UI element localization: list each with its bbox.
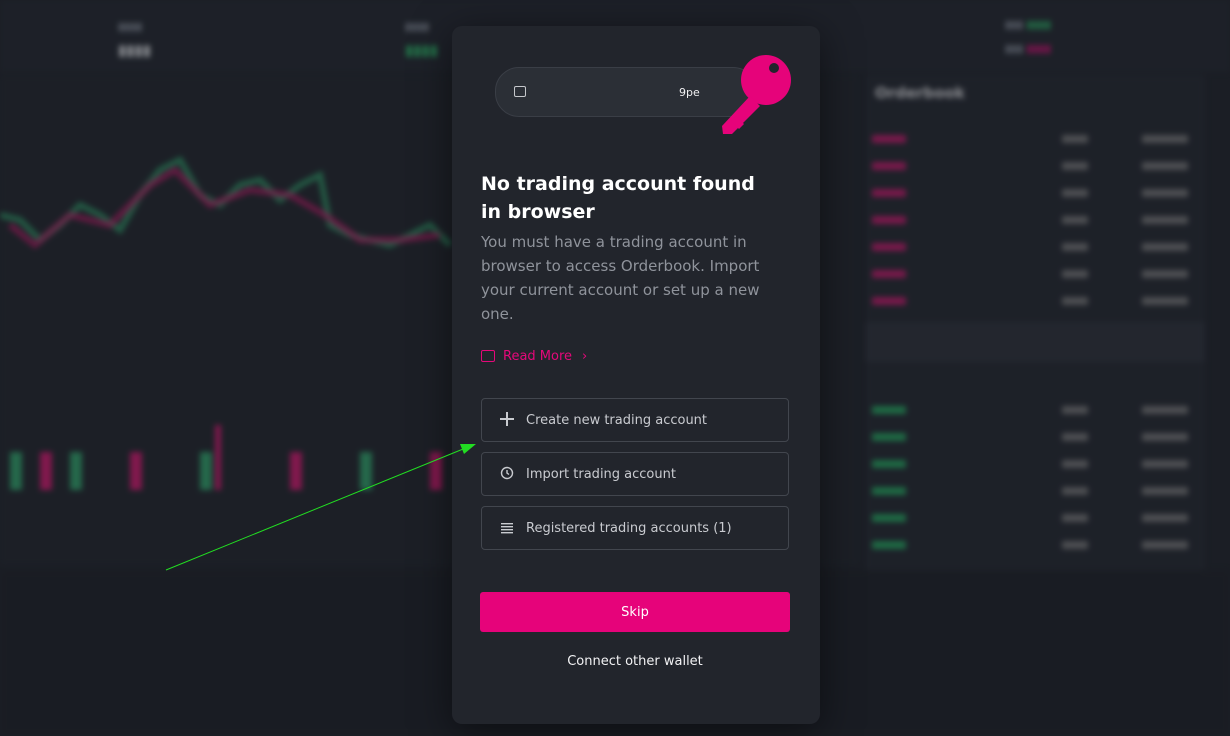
- annotation-arrow: [165, 444, 476, 571]
